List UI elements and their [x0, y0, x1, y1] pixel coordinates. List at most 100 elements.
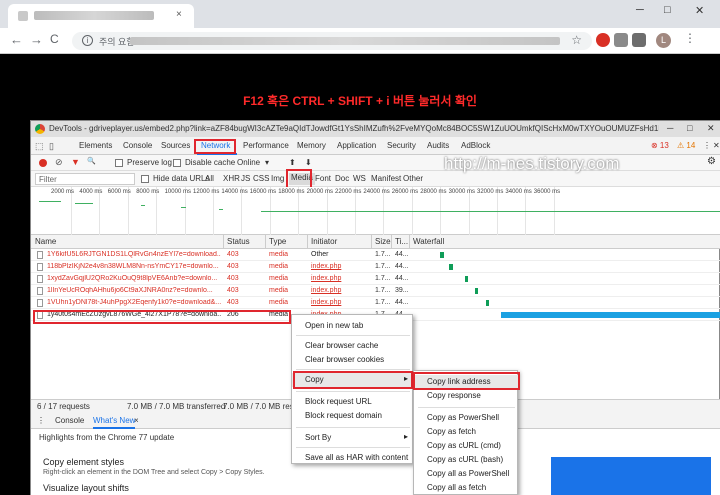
- window-maximize-icon[interactable]: □: [664, 4, 671, 16]
- copy-as-fetch[interactable]: Copy as fetch: [414, 425, 519, 439]
- import-har-icon[interactable]: ⬆: [289, 158, 296, 167]
- preserve-log-checkbox[interactable]: [115, 159, 123, 167]
- filter-type-doc[interactable]: Doc: [335, 174, 349, 183]
- extension-square-icon[interactable]: [632, 33, 646, 47]
- col-name[interactable]: Name: [35, 237, 56, 246]
- forward-arrow-icon[interactable]: →: [30, 32, 43, 47]
- request-row[interactable]: 118bPlzIKjN2e4v8n38WLM8Nn-nsYmCY17e=down…: [31, 261, 720, 273]
- browser-tab[interactable]: ×: [8, 4, 194, 28]
- tab-memory[interactable]: Memory: [297, 141, 326, 150]
- ctx-copy[interactable]: Copy ▸: [292, 373, 414, 387]
- tab-sources[interactable]: Sources: [161, 141, 190, 150]
- copy-all-as-powershell[interactable]: Copy all as PowerShell: [414, 467, 519, 481]
- ctx-block-url[interactable]: Block request URL: [292, 395, 414, 409]
- drawer-tab-console[interactable]: Console: [55, 416, 84, 425]
- request-row[interactable]: 1Y6kifU5L6RJTGN1DS1LQlRvGn4nzEYl7e=downl…: [31, 249, 720, 261]
- filter-type-manifest[interactable]: Manifest: [371, 174, 401, 183]
- ctx-open-new-tab[interactable]: Open in new tab: [292, 319, 414, 333]
- inspect-element-icon[interactable]: ⬚: [35, 141, 44, 152]
- extension-screen-icon[interactable]: [614, 33, 628, 47]
- tab-audits[interactable]: Audits: [427, 141, 449, 150]
- col-time[interactable]: Ti...: [395, 237, 408, 246]
- feature-title[interactable]: Copy element styles: [43, 457, 124, 467]
- ctx-clear-cache[interactable]: Clear browser cache: [292, 339, 414, 353]
- drawer-menu-icon[interactable]: ⋮: [37, 416, 45, 425]
- reload-icon[interactable]: C: [50, 32, 59, 46]
- clear-icon[interactable]: ⊘: [55, 157, 63, 168]
- request-initiator[interactable]: index.php: [311, 263, 341, 270]
- ctx-save-har[interactable]: Save all as HAR with content: [292, 451, 414, 465]
- copy-as-curl-bash[interactable]: Copy as cURL (bash): [414, 453, 519, 467]
- record-icon[interactable]: [39, 159, 47, 167]
- filter-type-media[interactable]: Media: [289, 173, 315, 185]
- request-row[interactable]: 1VUhn1yDNl78t-J4uhPpgX2Eqenfy1k0?e=downl…: [31, 297, 720, 309]
- request-row[interactable]: 1lInYeUcROqhAHhu6jo6Ct9aXJNRA0nz?e=downl…: [31, 285, 720, 297]
- bookmark-star-icon[interactable]: ☆: [571, 33, 582, 47]
- col-size[interactable]: Size: [375, 237, 391, 246]
- tab-console[interactable]: Console: [123, 141, 152, 150]
- devtools-minimize-icon[interactable]: ─: [667, 123, 673, 133]
- back-arrow-icon[interactable]: ←: [10, 32, 23, 47]
- col-waterfall[interactable]: Waterfall: [413, 237, 444, 246]
- request-initiator[interactable]: index.php: [311, 287, 341, 294]
- info-icon[interactable]: i: [82, 35, 93, 46]
- col-status[interactable]: Status: [227, 237, 250, 246]
- filter-funnel-icon[interactable]: ▼: [71, 157, 80, 167]
- tab-close-icon[interactable]: ×: [176, 9, 182, 20]
- copy-response[interactable]: Copy response: [414, 389, 519, 403]
- window-minimize-icon[interactable]: ─: [636, 4, 644, 16]
- filter-type-xhr[interactable]: XHR: [223, 174, 240, 183]
- window-close-icon[interactable]: ✕: [695, 4, 704, 17]
- throttling-chevron-icon[interactable]: ▾: [265, 158, 269, 167]
- copy-as-powershell[interactable]: Copy as PowerShell: [414, 411, 519, 425]
- warning-count-badge[interactable]: ⚠ 14: [677, 141, 695, 150]
- col-initiator[interactable]: Initiator: [311, 237, 337, 246]
- filter-type-js[interactable]: JS: [241, 174, 250, 183]
- request-row[interactable]: 1xydZavGqjlU2QRo2KuOuQ9t8lpVE6Anb?e=down…: [31, 273, 720, 285]
- devtools-close-icon[interactable]: ✕: [713, 141, 720, 150]
- devtools-more-icon[interactable]: ⋮: [703, 141, 711, 150]
- request-name[interactable]: 1VUhn1yDNl78t-J4uhPpgX2Eqenfy1k0?e=downl…: [47, 299, 221, 306]
- error-count-badge[interactable]: ⊗ 13: [651, 141, 669, 150]
- ctx-block-domain[interactable]: Block request domain: [292, 409, 414, 423]
- ctx-sort-by[interactable]: Sort By ▸: [292, 431, 414, 445]
- chrome-menu-icon[interactable]: ⋮: [684, 31, 696, 45]
- drawer-tab-close-icon[interactable]: ×: [134, 416, 139, 425]
- request-name[interactable]: 1xydZavGqjlU2QRo2KuOuQ9t8lpVE6Anb?e=down…: [47, 275, 221, 282]
- export-har-icon[interactable]: ⬇: [305, 158, 312, 167]
- filter-input[interactable]: Filter: [35, 173, 135, 185]
- throttling-select[interactable]: Online: [237, 158, 260, 167]
- search-icon[interactable]: 🔍: [87, 157, 96, 165]
- devtools-maximize-icon[interactable]: □: [687, 123, 692, 133]
- tab-performance[interactable]: Performance: [243, 141, 289, 150]
- drawer-tab-whats-new[interactable]: What's New: [93, 416, 136, 429]
- device-toggle-icon[interactable]: ▯: [49, 141, 54, 152]
- address-bar[interactable]: i 주의 요함 ☆: [72, 32, 592, 50]
- tab-network[interactable]: Network: [201, 141, 230, 150]
- filter-type-img[interactable]: Img: [271, 174, 284, 183]
- devtools-close-window-icon[interactable]: ✕: [707, 123, 715, 134]
- extension-adblock-icon[interactable]: [596, 33, 610, 47]
- request-initiator[interactable]: index.php: [311, 299, 341, 306]
- feature-title[interactable]: Visualize layout shifts: [43, 483, 129, 493]
- copy-as-curl-cmd[interactable]: Copy as cURL (cmd): [414, 439, 519, 453]
- filter-type-font[interactable]: Font: [315, 174, 331, 183]
- tab-adblock[interactable]: AdBlock: [461, 141, 490, 150]
- request-name[interactable]: 118bPlzIKjN2e4v8n38WLM8Nn-nsYmCY17e=down…: [47, 263, 221, 270]
- copy-all-as-fetch[interactable]: Copy all as fetch: [414, 481, 519, 495]
- filter-type-css[interactable]: CSS: [253, 174, 269, 183]
- ctx-clear-cookies[interactable]: Clear browser cookies: [292, 353, 414, 367]
- disable-cache-checkbox[interactable]: [173, 159, 181, 167]
- col-type[interactable]: Type: [269, 237, 286, 246]
- request-name[interactable]: 1y40t0s4mEcZUzgvL876WGe_4l27X1P78?e=down…: [47, 311, 221, 318]
- request-name[interactable]: 1Y6kifU5L6RJTGN1DS1LQlRvGn4nzEYl7e=downl…: [47, 251, 221, 258]
- copy-link-address[interactable]: Copy link address: [414, 375, 519, 389]
- tab-security[interactable]: Security: [387, 141, 416, 150]
- hide-data-urls-checkbox[interactable]: [141, 175, 149, 183]
- filter-type-ws[interactable]: WS: [353, 174, 366, 183]
- filter-type-other[interactable]: Other: [403, 174, 423, 183]
- request-name[interactable]: 1lInYeUcROqhAHhu6jo6Ct9aXJNRA0nz?e=downl…: [47, 287, 221, 294]
- network-settings-gear-icon[interactable]: ⚙: [707, 156, 716, 167]
- tab-elements[interactable]: Elements: [79, 141, 112, 150]
- request-initiator[interactable]: index.php: [311, 275, 341, 282]
